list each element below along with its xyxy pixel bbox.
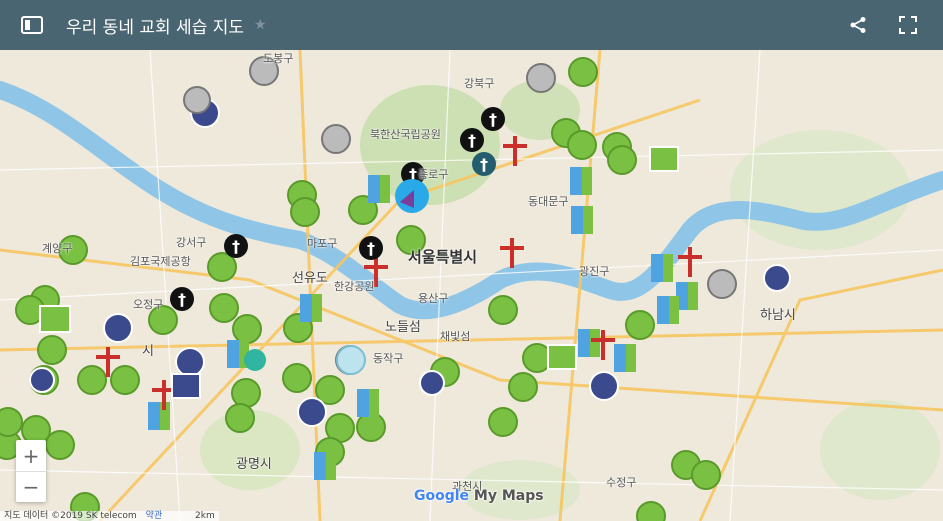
panel-toggle-icon <box>21 16 43 34</box>
label-gyeyang: 계양구 <box>42 242 73 255</box>
svg-text:†: † <box>367 239 375 258</box>
svg-text:†: † <box>489 110 497 129</box>
label-mapo: 마포구 <box>307 237 338 250</box>
zoom-control: + − <box>16 440 46 502</box>
attribution-text: 지도 데이터 ©2019 SK telecom <box>4 511 137 521</box>
zoom-in-button[interactable]: + <box>16 440 46 471</box>
map-base: ††† † ††† <box>0 50 943 521</box>
label-yongsan: 용산구 <box>418 292 449 305</box>
fullscreen-button[interactable] <box>888 0 928 50</box>
label-sujeong: 수정구 <box>606 476 637 489</box>
svg-text:†: † <box>480 155 488 174</box>
share-button[interactable] <box>838 0 878 50</box>
panel-toggle-button[interactable] <box>12 0 52 50</box>
label-dongjak: 동작구 <box>373 352 404 365</box>
label-gimpo: 김포국제공항 <box>130 255 191 268</box>
label-seonyudo: 선유도 <box>292 271 328 286</box>
label-jongno: 종로구 <box>418 168 449 181</box>
label-dobong: 도봉구 <box>263 52 294 65</box>
map-canvas[interactable]: † † † † † † † 도봉구 강북구 북한산국립공원 동대문구 종로구 강서구 김포… <box>0 50 943 521</box>
map-attribution: 지도 데이터 ©2019 SK telecom 약관 2km <box>0 511 219 521</box>
google-my-maps-logo: Google My Maps <box>414 488 544 504</box>
label-ichon: 채빛섬 <box>440 330 471 343</box>
label-ojeong: 오정구 <box>133 298 164 311</box>
svg-text:†: † <box>178 290 186 309</box>
label-gwangmyeong: 광명시 <box>236 457 272 472</box>
label-bukhansan: 북한산국립공원 <box>370 128 441 141</box>
share-icon <box>850 17 866 33</box>
label-hangang: 한강공원 <box>334 280 375 293</box>
map-title: 우리 동네 교회 세습 지도 <box>66 17 245 38</box>
label-nodeulseom: 노들섬 <box>385 320 421 335</box>
map-header: 우리 동네 교회 세습 지도 ★ <box>0 0 943 50</box>
terms-link[interactable]: 약관 <box>146 511 163 521</box>
svg-text:†: † <box>468 131 476 150</box>
fullscreen-icon <box>899 16 917 34</box>
label-gangbuk: 강북구 <box>464 77 495 90</box>
label-bucheon: 시 <box>142 344 154 359</box>
star-icon[interactable]: ★ <box>254 17 267 33</box>
label-gwangjin: 광진구 <box>579 265 610 278</box>
scale-label: 2km <box>195 511 215 521</box>
svg-text:†: † <box>232 237 240 256</box>
zoom-out-button[interactable]: − <box>16 472 46 502</box>
label-hanam: 하남시 <box>760 308 796 323</box>
label-seoul: 서울특별시 <box>408 248 478 266</box>
label-gangseo: 강서구 <box>176 236 207 249</box>
label-dongdaemun: 동대문구 <box>528 195 569 208</box>
